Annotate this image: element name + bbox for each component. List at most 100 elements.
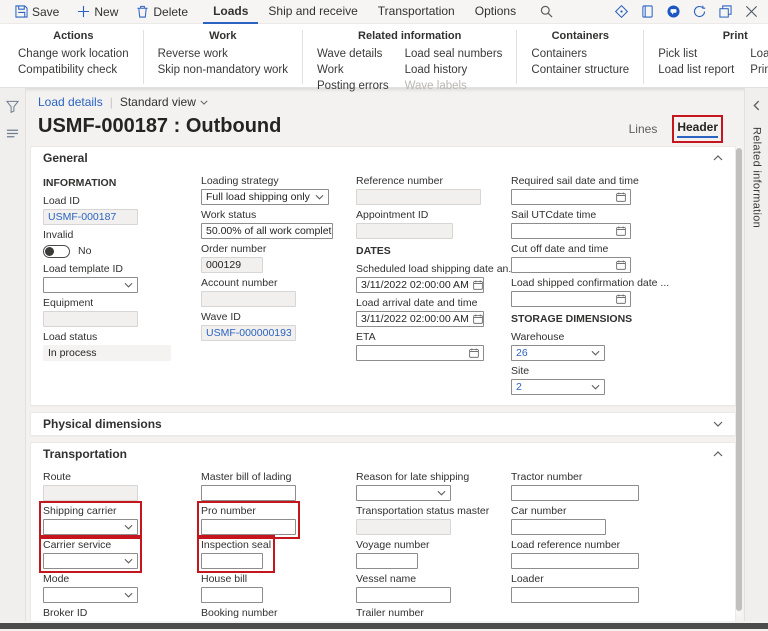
funnel-icon[interactable]	[6, 100, 19, 113]
select-mode[interactable]	[43, 587, 138, 603]
date-eta[interactable]	[356, 345, 484, 361]
related-information-label: Related information	[751, 127, 763, 228]
tab-options[interactable]: Options	[465, 0, 526, 24]
new-button[interactable]: New	[68, 0, 127, 24]
field-label-equipment: Equipment	[43, 297, 138, 309]
tab-transportation[interactable]: Transportation	[368, 0, 465, 24]
vertical-scrollbar[interactable]	[736, 146, 742, 617]
input-work-status[interactable]: 50.00% of all work completed	[201, 223, 333, 239]
ribbon-item-wave-details[interactable]: Wave details	[317, 46, 389, 62]
close-icon[interactable]	[745, 5, 758, 18]
date-required-sail-date-and-time[interactable]	[511, 189, 631, 205]
restore-window-icon[interactable]	[719, 5, 732, 18]
field-label-sail-utcdate-time: Sail UTCdate time	[511, 209, 631, 221]
input-equipment	[43, 311, 138, 327]
field-house-bill: House bill	[201, 573, 263, 603]
ribbon-item-containers[interactable]: Containers	[531, 46, 629, 62]
link-value-wave-id[interactable]: USMF-000000193	[206, 327, 291, 339]
toggle-invalid[interactable]: No	[43, 243, 91, 259]
field-label-load-status: Load status	[43, 331, 171, 343]
search-icon[interactable]	[540, 5, 553, 18]
breadcrumb-load-details[interactable]: Load details	[38, 95, 103, 109]
tab-header[interactable]: Header	[677, 120, 718, 138]
calendar-icon	[473, 314, 483, 324]
d365-load-details-window: { "colors":{"accent":"#2b63c1","annotati…	[0, 0, 768, 631]
input-car-number[interactable]	[511, 519, 606, 535]
input-pro-number[interactable]	[201, 519, 296, 535]
ribbon-item-load-history[interactable]: Load history	[405, 62, 503, 78]
ribbon-item-work[interactable]: Work	[317, 62, 389, 78]
select-shipping-carrier[interactable]	[43, 519, 138, 535]
field-cut-off-date-and-time: Cut off date and time	[511, 243, 631, 273]
field-scheduled-load-shipping-date-an: Scheduled load shipping date an...3/11/2…	[356, 263, 517, 293]
section-header-general[interactable]: General	[31, 147, 735, 169]
field-load-status: Load statusIn process	[43, 331, 171, 361]
section-header-transportation[interactable]: Transportation	[31, 443, 735, 465]
ribbon-item-container-structure[interactable]: Container structure	[531, 62, 629, 78]
link-field-wave-id[interactable]: USMF-000000193	[201, 325, 296, 341]
input-master-bill-of-lading[interactable]	[201, 485, 296, 501]
view-selector[interactable]: Standard view	[120, 95, 208, 109]
section-header-physical-dimensions[interactable]: Physical dimensions	[31, 413, 735, 435]
input-inspection-seal[interactable]	[201, 553, 263, 569]
field-load-id: Load IDUSMF-000187	[43, 195, 138, 225]
input-loader[interactable]	[511, 587, 639, 603]
select-load-template-id[interactable]	[43, 277, 138, 293]
ribbon-item-skip-non-mandatory-work[interactable]: Skip non-mandatory work	[158, 62, 288, 78]
chevron-left-icon[interactable]	[753, 100, 760, 111]
ribbon-item-print-label[interactable]: Print label	[750, 62, 768, 78]
tab-lines[interactable]: Lines	[629, 122, 658, 138]
link-value-load-id[interactable]: USMF-000187	[48, 211, 116, 223]
ribbon-item-change-work-location[interactable]: Change work location	[18, 46, 129, 62]
link-field-load-id[interactable]: USMF-000187	[43, 209, 138, 225]
select-carrier-service[interactable]	[43, 553, 138, 569]
chevron-down-icon	[124, 558, 133, 564]
help-book-icon[interactable]	[641, 5, 654, 18]
ribbon-item-compatibility-check[interactable]: Compatibility check	[18, 62, 129, 78]
input-load-reference-number[interactable]	[511, 553, 639, 569]
field-reference-number: Reference number	[356, 175, 481, 205]
date-cut-off-date-and-time[interactable]	[511, 257, 631, 273]
group-information: INFORMATION	[43, 177, 116, 191]
scrollbar-thumb[interactable]	[736, 148, 742, 611]
input-voyage-number[interactable]	[356, 553, 418, 569]
panel-list-icon[interactable]	[6, 127, 19, 140]
select-loading-strategy[interactable]: Full load shipping only	[201, 189, 329, 205]
field-label-site: Site	[511, 365, 605, 377]
save-button[interactable]: Save	[6, 0, 68, 24]
date-scheduled-load-shipping-date-an[interactable]: 3/11/2022 02:00:00 AM	[356, 277, 484, 293]
select-value-site: 2	[516, 381, 522, 393]
dynamics-compass-icon[interactable]	[615, 5, 628, 18]
field-label-account-number: Account number	[201, 277, 296, 289]
input-tractor-number[interactable]	[511, 485, 639, 501]
lines-header-tabs: Lines Header	[629, 120, 718, 138]
ribbon-flyout: Actions Change work locationCompatibility…	[0, 24, 768, 88]
ribbon-item-pick-list[interactable]: Pick list	[658, 46, 734, 62]
date-sail-utcdate-time[interactable]	[511, 223, 631, 239]
date-load-shipped-confirmation-date[interactable]	[511, 291, 631, 307]
related-information-rail[interactable]: Related information	[744, 88, 768, 621]
refresh-icon[interactable]	[693, 5, 706, 18]
field-label-required-sail-date-and-time: Required sail date and time	[511, 175, 639, 187]
delete-button[interactable]: Delete	[127, 0, 197, 24]
ribbon-item-reverse-work[interactable]: Reverse work	[158, 46, 288, 62]
date-load-arrival-date-and-time[interactable]: 3/11/2022 02:00:00 AM	[356, 311, 484, 327]
ribbon-item-load-seal-numbers[interactable]: Load seal numbers	[405, 46, 503, 62]
field-master-bill-of-lading: Master bill of lading	[201, 471, 296, 501]
tab-ship-and-receive[interactable]: Ship and receive	[258, 0, 367, 24]
field-order-number: Order number000129	[201, 243, 266, 273]
ribbon-item-load-details[interactable]: Load details	[750, 46, 768, 62]
field-label-reason-for-late-shipping: Reason for late shipping	[356, 471, 469, 483]
ribbon-item-load-list-report[interactable]: Load list report	[658, 62, 734, 78]
tab-loads[interactable]: Loads	[203, 0, 258, 24]
assistant-icon[interactable]	[667, 5, 680, 18]
section-transportation: TransportationRouteShipping carrierCarri…	[30, 442, 736, 621]
field-label-load-arrival-date-and-time: Load arrival date and time	[356, 297, 484, 309]
select-site[interactable]: 2	[511, 379, 605, 395]
input-house-bill[interactable]	[201, 587, 263, 603]
input-vessel-name[interactable]	[356, 587, 451, 603]
select-warehouse[interactable]: 26	[511, 345, 605, 361]
ribbon-group-title: Actions	[18, 30, 129, 42]
field-loader: Loader	[511, 573, 639, 603]
select-reason-for-late-shipping[interactable]	[356, 485, 451, 501]
